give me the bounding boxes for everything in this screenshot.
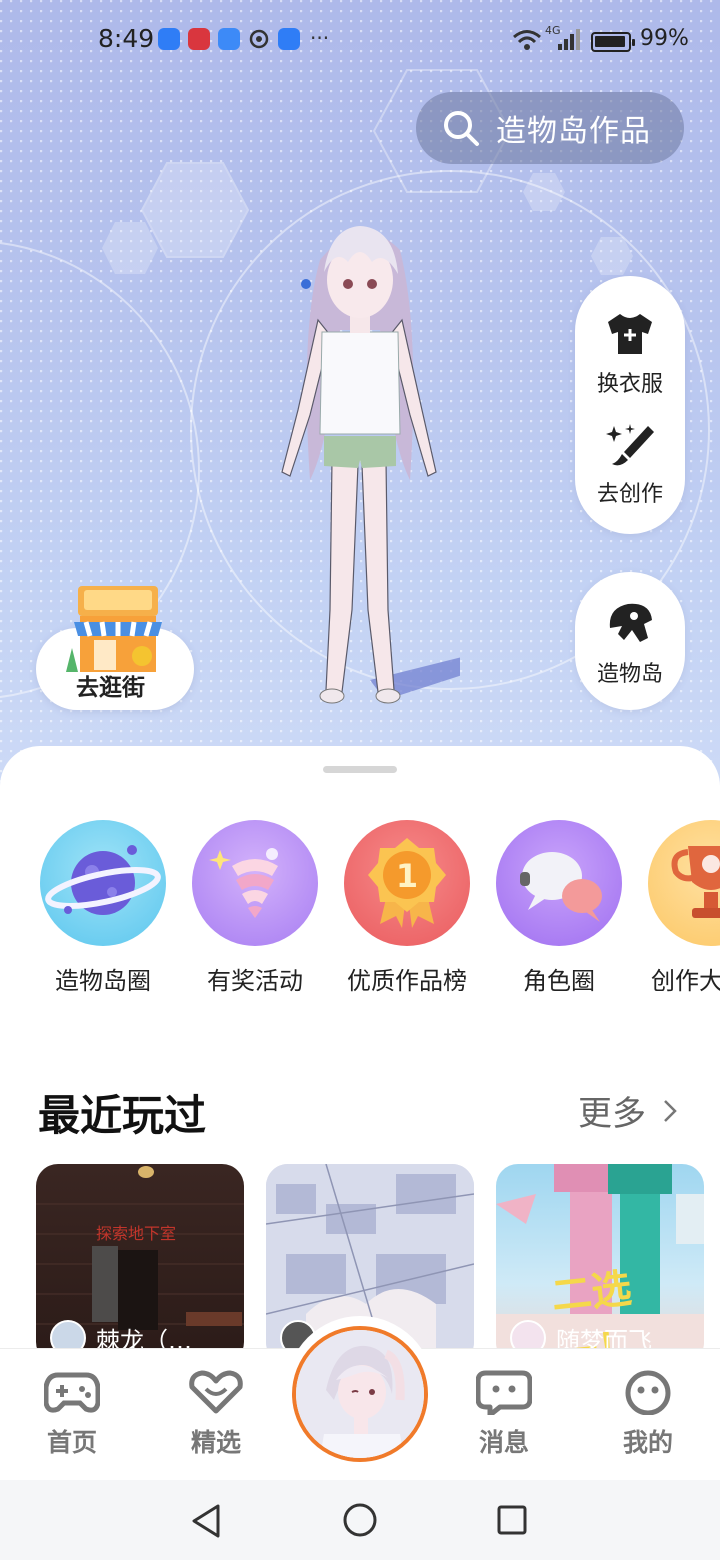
magic-brush-icon (606, 424, 654, 466)
gift-swirl-icon (192, 820, 318, 946)
heart-diamond-icon (189, 1370, 243, 1414)
category-label: 创作大赛榜 (651, 967, 720, 995)
tab-home[interactable]: 首页 (22, 1369, 122, 1459)
planet-icon (40, 820, 166, 946)
creation-island-button[interactable]: 造物岛 (575, 572, 685, 710)
recents-nav-icon[interactable] (496, 1504, 528, 1536)
search-icon (444, 111, 479, 146)
sheet-drag-handle[interactable] (323, 766, 397, 773)
tab-featured-label: 精选 (190, 1428, 241, 1457)
medal-icon: 1 (344, 820, 470, 946)
shield-notification-icon (278, 28, 300, 50)
wifi-icon (513, 30, 541, 50)
chat-bubble-icon (496, 820, 622, 946)
go-create-button[interactable]: 去创作 (575, 422, 685, 508)
island-icon (609, 603, 652, 642)
change-clothes-button[interactable]: 换衣服 (575, 312, 685, 398)
hexagon-decoration (102, 222, 158, 274)
center-avatar-button[interactable] (292, 1326, 428, 1462)
category-creation-contest-rank[interactable]: 创作大赛榜 (641, 820, 720, 999)
category-label: 有奖活动 (207, 967, 303, 995)
game-sign-text: 探索地下室 (96, 1224, 177, 1243)
tab-featured[interactable]: 精选 (166, 1369, 266, 1459)
tab-home-label: 首页 (46, 1428, 97, 1457)
tab-mine-label: 我的 (622, 1428, 673, 1457)
battery-icon (591, 32, 635, 52)
system-nav-bar (0, 1480, 720, 1560)
camera-notification-icon (249, 29, 269, 49)
category-rewards-event[interactable]: 有奖活动 (185, 820, 325, 999)
change-clothes-label: 换衣服 (596, 372, 663, 397)
category-quality-works-rank[interactable]: 1 优质作品榜 (337, 820, 477, 999)
search-placeholder: 造物岛作品 (496, 114, 651, 149)
go-shopping-button[interactable]: 去逛街 (36, 586, 194, 710)
status-time: 8:49 (98, 24, 155, 53)
book-notification-icon (188, 28, 210, 50)
app-screen: 8:49 ··· 4G 99% 造物岛作品 换衣服 去创作 造物岛 去逛街 造物… (0, 0, 720, 1560)
smiley-face-icon (625, 1370, 671, 1416)
chevron-right-icon[interactable] (662, 1098, 678, 1124)
signal-icon (558, 29, 580, 50)
category-island-circle[interactable]: 造物岛圈 (33, 820, 173, 999)
category-label: 优质作品榜 (347, 967, 467, 995)
creation-island-label: 造物岛 (596, 662, 663, 687)
recent-game-card[interactable]: 探索地下室 棘龙（… (36, 1164, 244, 1364)
more-notifications-icon: ··· (310, 26, 330, 50)
tshirt-icon (608, 314, 652, 354)
go-create-label: 去创作 (596, 482, 663, 507)
gamepad-icon (43, 1372, 101, 1413)
category-label: 角色圈 (523, 967, 595, 995)
avatar-character[interactable] (260, 210, 460, 720)
status-bar: 8:49 ··· 4G 99% (0, 22, 720, 62)
search-bar[interactable]: 造物岛作品 (416, 92, 684, 164)
trophy-icon (648, 820, 720, 946)
tab-messages-label: 消息 (478, 1428, 529, 1457)
more-link[interactable]: 更多 (578, 1086, 646, 1135)
category-label: 造物岛圈 (55, 967, 151, 995)
bottom-sheet: 造物岛圈 有奖活动 1 优质作品榜 角色圈 创作大赛榜 最近 (0, 746, 720, 1386)
category-character-circle[interactable]: 角色圈 (489, 820, 629, 999)
home-nav-icon[interactable] (342, 1502, 378, 1538)
shop-building-icon (66, 586, 162, 672)
go-shopping-label: 去逛街 (76, 675, 145, 701)
avatar (296, 1330, 424, 1458)
recent-section-title: 最近玩过 (38, 1091, 207, 1140)
avatar-actions-panel: 换衣服 去创作 (575, 276, 685, 534)
tab-messages[interactable]: 消息 (454, 1369, 554, 1459)
globe-notification-icon (218, 28, 240, 50)
shield-notification-icon (158, 28, 180, 50)
battery-percent: 99% (640, 26, 689, 51)
recent-game-card[interactable]: 二选一！ 随梦而飞 (496, 1164, 704, 1364)
svg-text:1: 1 (396, 857, 418, 895)
tab-mine[interactable]: 我的 (598, 1369, 698, 1459)
message-bubble-icon (475, 1370, 533, 1418)
back-nav-icon[interactable] (190, 1502, 224, 1540)
